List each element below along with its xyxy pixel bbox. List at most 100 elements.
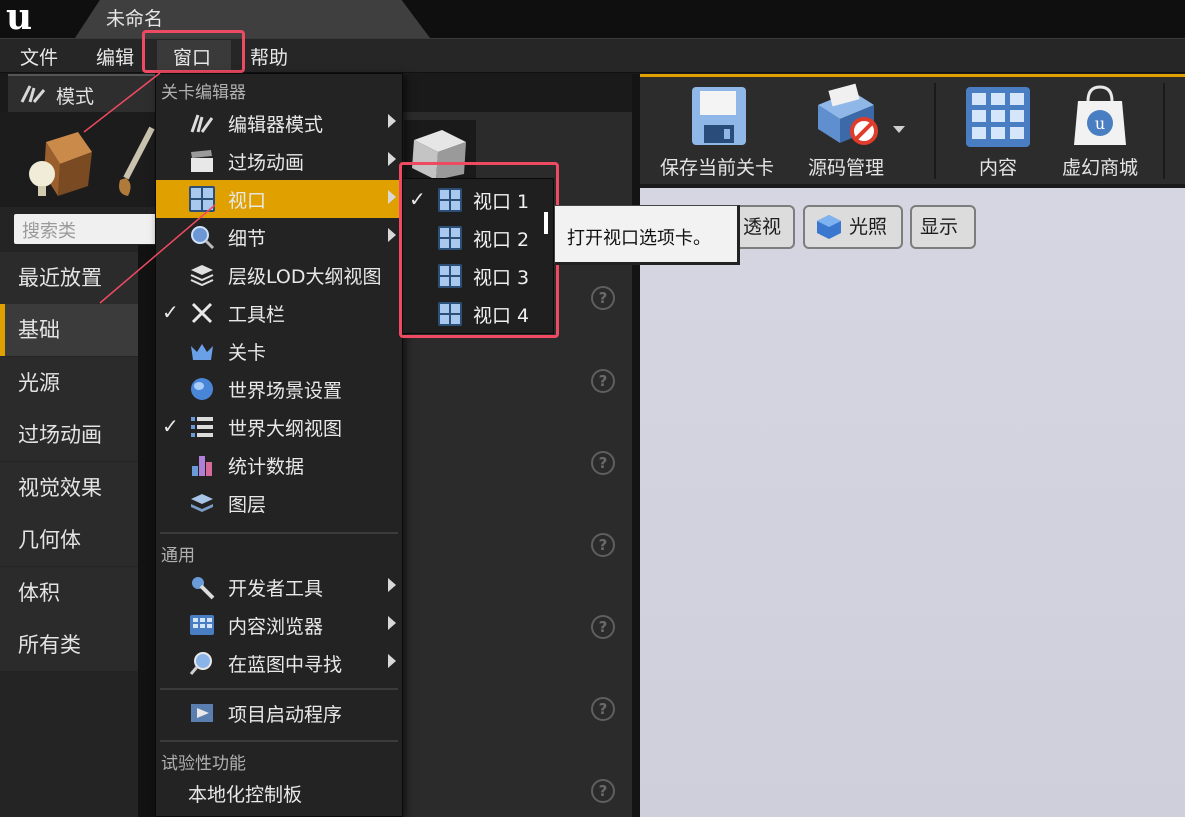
menu-item-cinematics[interactable]: 过场动画 — [156, 142, 402, 180]
menu-item-label: 编辑器模式 — [228, 114, 324, 136]
modes-tab[interactable]: 模式 — [8, 74, 158, 112]
submenu-annotation-box — [399, 162, 559, 338]
save-level-button[interactable]: 保存当前关卡 — [652, 77, 782, 184]
menu-item-statistics[interactable]: 统计数据 — [156, 446, 402, 484]
help-icon[interactable]: ? — [591, 286, 615, 310]
source-control-button[interactable]: 源码管理 — [796, 77, 896, 184]
level-toolbar: 保存当前关卡 源码管理 内容 u 虚幻商城 — [640, 74, 1185, 184]
menu-item-developer-tools[interactable]: 开发者工具 — [156, 568, 402, 606]
menu-separator — [160, 688, 398, 690]
category-lights[interactable]: 光源 — [0, 357, 138, 409]
menu-item-hlod-outliner[interactable]: 层级LOD大纲视图 — [156, 256, 402, 294]
menu-separator — [160, 532, 398, 534]
submenu-arrow-icon — [388, 228, 396, 242]
section-header-level-editor: 关卡编辑器 — [161, 83, 246, 103]
menu-item-editor-modes[interactable]: 编辑器模式 — [156, 104, 402, 142]
menu-edit[interactable]: 编辑 — [94, 43, 136, 70]
viewport-tooltip: 打开视口选项卡。 — [554, 205, 740, 265]
submenu-arrow-icon — [388, 114, 396, 128]
help-icon[interactable]: ? — [591, 615, 615, 639]
category-cinematic[interactable]: 过场动画 — [0, 409, 138, 461]
section-header-experimental: 试验性功能 — [161, 754, 246, 774]
magnifier-details-icon — [191, 226, 215, 250]
marketplace-button[interactable]: u 虚幻商城 — [1050, 77, 1150, 184]
layers-icon — [191, 494, 213, 512]
menu-file[interactable]: 文件 — [18, 43, 60, 70]
layers-stack-icon — [190, 265, 214, 287]
submenu-arrow-icon — [388, 190, 396, 204]
menu-item-label: 视口 — [228, 190, 267, 212]
checkmark-icon: ✓ — [162, 414, 179, 438]
search-placeholder: 搜索类 — [22, 221, 76, 242]
save-disk-icon — [692, 87, 746, 145]
menu-item-label: 统计数据 — [228, 456, 305, 478]
help-icon[interactable]: ? — [591, 369, 615, 393]
checkmark-icon: ✓ — [162, 300, 179, 324]
mode-thumbnails — [0, 112, 158, 207]
content-button[interactable]: 内容 — [950, 77, 1046, 184]
marketplace-bag-icon: u — [1074, 85, 1126, 145]
category-visual-effects[interactable]: 视觉效果 — [0, 462, 138, 514]
globe-icon — [191, 378, 213, 400]
category-recent[interactable]: 最近放置 — [0, 252, 138, 304]
category-volumes[interactable]: 体积 — [0, 567, 138, 619]
menu-item-layers[interactable]: 图层 — [156, 484, 402, 522]
menu-item-world-settings[interactable]: 世界场景设置 — [156, 370, 402, 408]
menu-item-localization-dashboard[interactable]: 本地化控制板 — [156, 774, 402, 812]
lit-sphere-icon — [817, 215, 841, 239]
menu-item-label: 世界大纲视图 — [228, 418, 343, 440]
submenu-arrow-icon — [388, 578, 396, 592]
menu-item-label: 本地化控制板 — [188, 784, 303, 806]
level-viewport[interactable] — [640, 188, 1185, 817]
wrench-screwdriver-icon — [191, 302, 213, 324]
marketplace-label: 虚幻商城 — [1061, 157, 1138, 179]
menu-item-label: 关卡 — [228, 342, 267, 364]
menu-item-label: 在蓝图中寻找 — [228, 654, 343, 676]
source-control-label: 源码管理 — [807, 157, 884, 179]
content-browser-icon — [966, 87, 1030, 147]
section-header-general: 通用 — [161, 546, 195, 566]
menu-item-content-browser[interactable]: 内容浏览器 — [156, 606, 402, 644]
toolbar-separator — [1163, 83, 1165, 179]
menu-item-viewports[interactable]: 视口 — [156, 180, 402, 218]
bar-stats-icon — [192, 456, 212, 476]
search-classes-input[interactable]: 搜索类 — [14, 214, 158, 244]
help-icon[interactable]: ? — [591, 533, 615, 557]
menu-help[interactable]: 帮助 — [248, 43, 290, 70]
menu-item-find-in-blueprints[interactable]: 在蓝图中寻找 — [156, 644, 402, 682]
menu-item-world-outliner[interactable]: ✓ 世界大纲视图 — [156, 408, 402, 446]
svg-text:u: u — [1095, 114, 1105, 133]
menu-item-label: 图层 — [228, 494, 267, 516]
project-launcher-icon — [191, 704, 213, 722]
menu-item-label: 世界场景设置 — [228, 380, 343, 402]
menu-item-levels[interactable]: 关卡 — [156, 332, 402, 370]
submenu-arrow-icon — [388, 152, 396, 166]
menu-window-annotation-box — [142, 30, 245, 73]
unreal-logo-icon: u — [6, 0, 33, 38]
content-label: 内容 — [978, 157, 1017, 179]
window-menu-dropdown: 关卡编辑器 编辑器模式 过场动画 视口 细节 层级LOD大纲视图 ✓ 工具栏 关… — [155, 73, 403, 817]
category-all-classes[interactable]: 所有类 — [0, 619, 138, 671]
level-tab-title: 未命名 — [106, 8, 164, 30]
help-icon[interactable]: ? — [591, 451, 615, 475]
save-level-label: 保存当前关卡 — [659, 157, 774, 179]
submenu-arrow-icon — [388, 654, 396, 668]
content-browser-icon — [190, 615, 214, 635]
help-icon[interactable]: ? — [591, 697, 615, 721]
chevron-down-icon[interactable] — [892, 125, 906, 135]
place-mode-icon[interactable] — [22, 124, 94, 200]
viewport-icon — [189, 186, 215, 212]
menu-item-label: 过场动画 — [228, 152, 305, 174]
show-button[interactable]: 显示 — [910, 205, 976, 249]
help-icon[interactable]: ? — [591, 779, 615, 803]
category-basic[interactable]: 基础 — [0, 304, 138, 356]
tooltip-text: 打开视口选项卡。 — [567, 228, 711, 249]
menu-item-label: 层级LOD大纲视图 — [228, 266, 382, 288]
category-geometry[interactable]: 几何体 — [0, 514, 138, 566]
paint-mode-icon[interactable] — [112, 124, 158, 200]
menu-item-label: 项目启动程序 — [228, 704, 343, 726]
menu-item-details[interactable]: 细节 — [156, 218, 402, 256]
menu-item-project-launcher[interactable]: 项目启动程序 — [156, 694, 402, 732]
developer-tools-icon — [192, 577, 215, 600]
menu-item-toolbar[interactable]: ✓ 工具栏 — [156, 294, 402, 332]
